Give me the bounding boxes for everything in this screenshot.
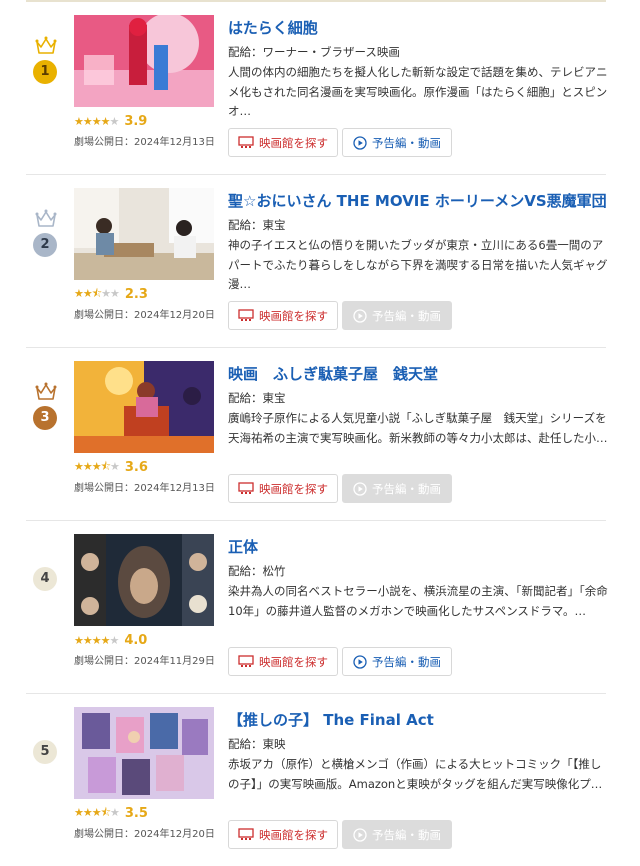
play-icon: [353, 827, 367, 842]
ranking-item: 4 ★★★★★ 4.0 劇場公開日：2024年11月29日 正体 配給：松竹 染…: [26, 521, 608, 694]
rank-number: 3: [33, 406, 57, 430]
movie-poster[interactable]: [74, 361, 214, 453]
movie-description: 赤坂アカ（原作）と横槍メンゴ（作画）による大ヒットコミック「【推しの子】」の実写…: [228, 757, 603, 791]
movie-poster[interactable]: [74, 188, 214, 280]
find-theater-button[interactable]: 映画館を探す: [228, 474, 338, 503]
movie-title[interactable]: 映画 ふしぎ駄菓子屋 銭天堂: [228, 363, 608, 384]
rating: ★★⯪★★ 2.3: [74, 286, 148, 302]
movie-title[interactable]: 正体: [228, 536, 608, 557]
trailer-button[interactable]: 予告編・動画: [342, 647, 452, 676]
rating-score: 3.5: [124, 805, 148, 821]
release-date: 劇場公開日：2024年12月20日: [74, 829, 215, 840]
rating: ★★★★★ 4.0: [74, 632, 147, 648]
find-theater-label: 映画館を探す: [259, 308, 328, 323]
release-date: 劇場公開日：2024年12月13日: [74, 483, 215, 494]
theater-icon: [238, 482, 254, 494]
ranking-item: 5 ★★★⯪★ 3.5 劇場公開日：2024年12月20日 【推しの子】 The…: [26, 694, 606, 866]
star-rating-icon: ★★★⯪★: [74, 459, 120, 473]
theater-icon: [238, 309, 254, 321]
theater-icon: [238, 136, 254, 148]
trailer-label: 予告編・動画: [372, 135, 441, 150]
rating-score: 4.0: [124, 632, 148, 648]
trailer-label: 予告編・動画: [372, 308, 441, 323]
find-theater-button[interactable]: 映画館を探す: [228, 128, 338, 157]
distributor: 配給：東宝: [228, 391, 286, 405]
movie-description: 人間の体内の細胞たちを擬人化した斬新な設定で話題を集め、テレビアニメ化もされた同…: [228, 65, 608, 118]
movie-poster[interactable]: [74, 707, 214, 799]
movie-poster[interactable]: [74, 15, 214, 107]
play-icon: [353, 135, 367, 150]
movie-title[interactable]: 聖☆おにいさん THE MOVIE ホーリーメンVS悪魔軍団: [228, 190, 608, 211]
rank-number: 5: [33, 740, 57, 764]
rating-score: 2.3: [124, 286, 148, 302]
find-theater-button[interactable]: 映画館を探す: [228, 647, 338, 676]
distributor: 配給：東映: [228, 737, 286, 751]
find-theater-label: 映画館を探す: [259, 654, 328, 669]
ranking-item: 1 ★★★★★ 3.9 劇場公開日：2024年12月13日 はたらく細胞 配給：…: [26, 2, 608, 175]
movie-title[interactable]: はたらく細胞: [228, 17, 608, 38]
rank-number: 2: [33, 233, 57, 257]
star-rating-icon: ★★★⯪★: [74, 805, 120, 819]
rating-score: 3.6: [124, 459, 148, 475]
release-date: 劇場公開日：2024年12月13日: [74, 137, 215, 148]
release-date: 劇場公開日：2024年11月29日: [74, 656, 215, 667]
rank-number: 4: [33, 567, 57, 591]
movie-description: 廣嶋玲子原作による人気児童小説「ふしぎ駄菓子屋 銭天堂」シリーズを天海祐希の主演…: [228, 411, 608, 445]
ranking-item: 2 ★★⯪★★ 2.3 劇場公開日：2024年12月20日 聖☆おにいさん TH…: [26, 175, 608, 348]
find-theater-button[interactable]: 映画館を探す: [228, 820, 338, 849]
trailer-label: 予告編・動画: [372, 827, 441, 842]
rank-number: 1: [33, 60, 57, 84]
movie-description: 神の子イエスと仏の悟りを開いたブッダが東京・立川にある6畳一間のアパートでふたり…: [228, 238, 608, 291]
trailer-label: 予告編・動画: [372, 654, 441, 669]
star-rating-icon: ★★★★★: [74, 114, 119, 128]
find-theater-button[interactable]: 映画館を探す: [228, 301, 338, 330]
trailer-button[interactable]: 予告編・動画: [342, 128, 452, 157]
rating-score: 3.9: [124, 113, 148, 129]
star-rating-icon: ★★⯪★★: [74, 286, 120, 300]
find-theater-label: 映画館を探す: [259, 481, 328, 496]
trailer-button-disabled: 予告編・動画: [342, 301, 452, 330]
distributor: 配給：ワーナー・ブラザース映画: [228, 45, 400, 59]
star-rating-icon: ★★★★★: [74, 633, 119, 647]
play-icon: [353, 654, 367, 669]
play-icon: [353, 481, 367, 496]
theater-icon: [238, 828, 254, 840]
rating: ★★★⯪★ 3.5: [74, 805, 148, 821]
movie-description: 染井為人の同名ベストセラー小説を、横浜流星の主演、「新聞記者」「余命10年」の藤…: [228, 584, 608, 618]
movie-poster[interactable]: [74, 534, 214, 626]
crown-gold-icon: [35, 36, 57, 54]
trailer-button-disabled: 予告編・動画: [342, 820, 452, 849]
distributor: 配給：東宝: [228, 218, 286, 232]
ranking-list: 1 ★★★★★ 3.9 劇場公開日：2024年12月13日 はたらく細胞 配給：…: [26, 2, 608, 866]
crown-bronze-icon: [35, 382, 57, 400]
rating: ★★★⯪★ 3.6: [74, 459, 148, 475]
find-theater-label: 映画館を探す: [259, 135, 328, 150]
find-theater-label: 映画館を探す: [259, 827, 328, 842]
play-icon: [353, 308, 367, 323]
crown-silver-icon: [35, 209, 57, 227]
trailer-button-disabled: 予告編・動画: [342, 474, 452, 503]
rating: ★★★★★ 3.9: [74, 113, 147, 129]
theater-icon: [238, 655, 254, 667]
ranking-item: 3 ★★★⯪★ 3.6 劇場公開日：2024年12月13日 映画 ふしぎ駄菓子屋…: [26, 348, 608, 521]
release-date: 劇場公開日：2024年12月20日: [74, 310, 215, 321]
trailer-label: 予告編・動画: [372, 481, 441, 496]
distributor: 配給：松竹: [228, 564, 286, 578]
movie-title[interactable]: 【推しの子】 The Final Act: [228, 709, 608, 730]
